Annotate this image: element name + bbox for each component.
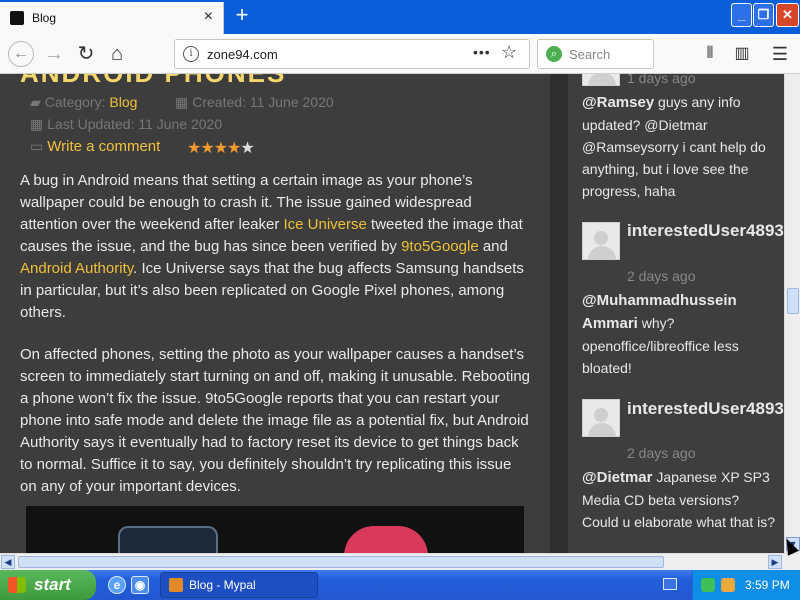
avatar	[582, 74, 620, 86]
comment-username[interactable]: interestedUser489358043	[627, 220, 784, 242]
minimize-button[interactable]: _	[731, 3, 752, 27]
network-icon[interactable]	[701, 578, 715, 592]
category-link[interactable]: Blog	[109, 94, 137, 110]
clock: 3:59 PM	[745, 578, 790, 592]
site-favicon-icon	[10, 11, 24, 25]
close-window-button[interactable]: ✕	[776, 3, 799, 27]
comment-text: @Muhammadhussein Ammari why? openoffice/…	[582, 289, 776, 379]
rating-half-star-icon: ★	[240, 140, 254, 157]
navigation-toolbar: ← → ↻ ⌂ i zone94.com ••• ☆ ⌕ Search ⫴ ▥ …	[0, 34, 800, 74]
avatar	[582, 399, 620, 437]
phone-image	[344, 526, 428, 553]
category-label: Category:	[44, 94, 106, 110]
article-image	[26, 506, 524, 553]
keyboard-icon[interactable]	[663, 578, 677, 590]
maximize-button[interactable]: ❐	[753, 3, 774, 27]
horizontal-scrollbar[interactable]: ◀ ▶	[0, 553, 800, 570]
taskbar-item-label: Blog - Mypal	[189, 578, 256, 592]
scroll-right-arrow-icon[interactable]: ▶	[768, 555, 782, 569]
link-android-authority[interactable]: Android Authority	[20, 260, 133, 277]
address-bar[interactable]: i zone94.com ••• ☆	[174, 39, 530, 69]
phone-image	[118, 526, 218, 553]
url-text[interactable]: zone94.com	[207, 47, 278, 62]
comment-time: 2 days ago	[627, 268, 696, 284]
comment-time: 2 days ago	[627, 445, 696, 461]
site-info-icon[interactable]: i	[183, 46, 199, 62]
search-input[interactable]: ⌕ Search	[537, 39, 654, 69]
article-updated: ▦ Last Updated: 11 June 2020	[30, 116, 222, 133]
search-tray-icon[interactable]	[721, 578, 735, 592]
article-created: ▦ Created: 11 June 2020	[175, 94, 334, 111]
forward-arrow-icon[interactable]: →	[42, 42, 66, 66]
start-label: start	[34, 575, 71, 594]
updated-date: Last Updated: 11 June 2020	[47, 116, 223, 132]
calendar-icon: ▦	[30, 116, 44, 132]
taskbar-item-blog[interactable]: Blog - Mypal	[160, 572, 318, 598]
star-rating[interactable]: ★★★★★	[187, 138, 255, 158]
windows-logo-icon	[8, 577, 26, 593]
comments-sidebar: 1 days ago @Ramsey guys any info updated…	[568, 74, 784, 553]
article-paragraph-1: A bug in Android means that setting a ce…	[20, 170, 530, 324]
comment-icon: ▭	[30, 138, 44, 154]
internet-explorer-icon[interactable]: e	[108, 576, 126, 594]
write-comment: ▭ Write a comment	[30, 138, 160, 155]
back-arrow-icon[interactable]: ←	[8, 41, 34, 67]
avatar	[582, 222, 620, 260]
comment-text: @Ramsey guys any info updated? @Dietmar …	[582, 91, 776, 202]
vertical-scroll-thumb[interactable]	[787, 288, 799, 314]
created-date: Created: 11 June 2020	[192, 94, 334, 110]
search-icon: ⌕	[546, 46, 562, 62]
link-9to5google[interactable]: 9to5Google	[401, 238, 479, 255]
folder-icon: ▰	[30, 94, 41, 110]
mypal-icon	[169, 578, 183, 592]
article-paragraph-2: On affected phones, setting the photo as…	[20, 346, 531, 495]
comment-text: @Dietmar Japanese XP SP3 Media CD beta v…	[582, 466, 776, 533]
column-divider	[550, 74, 568, 553]
comment-mention[interactable]: @Ramsey	[582, 94, 654, 111]
page-actions-icon[interactable]: •••	[473, 44, 491, 60]
horizontal-scroll-thumb[interactable]	[18, 556, 664, 568]
library-icon[interactable]: ⫴	[698, 42, 722, 66]
article: ANDROID PHONES ▰Category: Blog ▦Created:…	[0, 74, 550, 553]
comment-username[interactable]: interestedUser489358043	[627, 398, 784, 420]
paragraph-text: and	[478, 238, 508, 255]
rating-full-stars: ★★★★	[187, 140, 241, 157]
tab-blog[interactable]: Blog ×	[0, 2, 224, 34]
new-tab-button[interactable]: +	[230, 4, 254, 28]
title-bar: Blog × + _ ❐ ✕	[0, 0, 800, 34]
taskbar: start e ◉ Blog - Mypal 3:59 PM	[0, 570, 800, 600]
search-placeholder: Search	[569, 47, 611, 62]
hamburger-menu-icon[interactable]: ☰	[768, 42, 792, 66]
page-viewport: ANDROID PHONES ▰Category: Blog ▦Created:…	[0, 74, 784, 553]
system-tray: 3:59 PM	[692, 570, 800, 600]
start-button[interactable]: start	[0, 570, 96, 600]
sidebar-toggle-icon[interactable]: ▥	[730, 42, 754, 66]
home-icon[interactable]: ⌂	[105, 42, 129, 66]
article-category: ▰ Category: Blog	[30, 94, 137, 111]
browser-quicklaunch-icon[interactable]: ◉	[131, 576, 149, 594]
scroll-left-arrow-icon[interactable]: ◀	[1, 555, 15, 569]
vertical-scrollbar[interactable]: ▼	[784, 74, 800, 553]
comment-mention[interactable]: @Dietmar	[582, 469, 652, 486]
tab-close-icon[interactable]: ×	[204, 8, 213, 26]
article-title: ANDROID PHONES	[20, 74, 286, 89]
comment-time: 1 days ago	[627, 74, 696, 86]
link-ice-universe[interactable]: Ice Universe	[284, 216, 367, 233]
reload-icon[interactable]: ↻	[74, 42, 98, 66]
bookmark-star-icon[interactable]: ☆	[501, 42, 517, 63]
tab-title: Blog	[32, 11, 57, 25]
calendar-icon: ▦	[175, 94, 189, 110]
write-comment-link[interactable]: Write a comment	[47, 138, 160, 155]
